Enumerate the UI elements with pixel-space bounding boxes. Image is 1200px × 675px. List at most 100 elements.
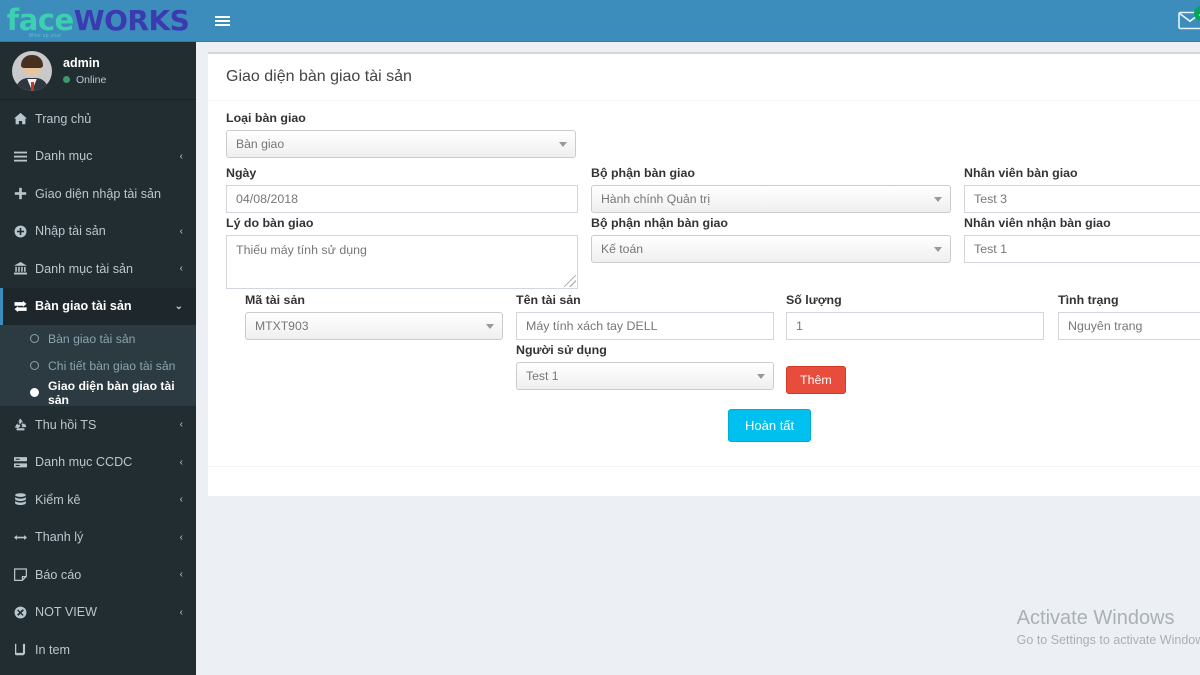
field-nguoi-su-dung: Người sử dụng Test 1 xyxy=(516,343,774,390)
exchange-icon xyxy=(14,300,27,312)
sidebar-item-in-tem[interactable]: In tem xyxy=(0,631,196,669)
times-circle-icon xyxy=(14,606,27,619)
input-ten-tai-san[interactable]: Máy tính xách tay DELL xyxy=(516,312,774,340)
label-ngay: Ngày xyxy=(226,166,257,180)
chevron-down-icon xyxy=(934,247,942,252)
select-bo-phan-ban-giao[interactable]: Hành chính Quản trị xyxy=(591,185,951,213)
label-so-luong: Số lượng xyxy=(786,293,842,307)
times-circle-icon xyxy=(14,606,35,619)
sidebar-toggle-button[interactable] xyxy=(204,0,240,42)
arrows-h-icon xyxy=(14,534,27,540)
select-loai-ban-giao[interactable]: Bàn giao xyxy=(226,130,576,158)
sidebar-item-danh-m-c-t-i-s-n[interactable]: Danh mục tài sản ‹ xyxy=(0,250,196,288)
top-navbar: 4 xyxy=(196,0,1200,42)
brand-logo-works: WORKS xyxy=(73,4,190,37)
server-icon xyxy=(14,456,35,469)
submit-wrapper: Hoàn tất xyxy=(728,409,812,442)
form-panel: Giao diện bàn giao tài sản Loại bàn giao… xyxy=(208,52,1200,496)
select-nguoi-su-dung[interactable]: Test 1 xyxy=(516,362,774,390)
submenu-item-chi-ti-t-b-n-giao-t-i-s-n[interactable]: Chi tiết bàn giao tài sản xyxy=(0,352,196,379)
sidebar-item-b-o-c-o[interactable]: Báo cáo ‹ xyxy=(0,556,196,594)
select-ma-tai-san[interactable]: MTXT903 xyxy=(245,312,503,340)
database-icon xyxy=(14,493,35,506)
resize-handle-icon[interactable] xyxy=(564,275,576,287)
submenu-item-b-n-giao-t-i-s-n[interactable]: Bàn giao tài sản xyxy=(0,325,196,352)
sidebar-item-giao-di-n-nh-p-t-i-s-n[interactable]: Giao diện nhập tài sản xyxy=(0,175,196,213)
sidebar-item-danh-m-c[interactable]: Danh mục ‹ xyxy=(0,138,196,176)
chevron-down-icon: ⌄ xyxy=(174,300,183,312)
bank-icon xyxy=(14,262,27,275)
select-bo-phan-ban-giao-value: Hành chính Quản trị xyxy=(601,192,711,206)
input-ten-tai-san-value: Máy tính xách tay DELL xyxy=(526,319,658,333)
field-ly-do-ban-giao: Lý do bàn giao Thiếu máy tính sử dụng xyxy=(226,216,578,289)
plus-circle-icon xyxy=(14,225,35,238)
input-nhan-vien-ban-giao[interactable]: Test 3 xyxy=(964,185,1200,213)
sidebar-item-thu-h-i-ts[interactable]: Thu hồi TS ‹ xyxy=(0,406,196,444)
application-window: faceWORKS Wise up your admin Online Tran… xyxy=(0,0,1200,675)
chevron-left-icon: ‹ xyxy=(179,419,183,431)
input-so-luong[interactable]: 1 xyxy=(786,312,1044,340)
sidebar-item-trang-ch[interactable]: Trang chủ xyxy=(0,100,196,138)
bars-icon xyxy=(14,150,35,163)
sidebar-item-not-view[interactable]: NOT VIEW ‹ xyxy=(0,594,196,632)
select-bo-phan-nhan-ban-giao[interactable]: Kế toán xyxy=(591,235,951,263)
submenu-item-giao-di-n-b-n-giao-t-i-s-n[interactable]: Giao diện bàn giao tài sản xyxy=(0,378,196,407)
sidebar-item-nh-p-t-i-s-n[interactable]: Nhập tài sản ‹ xyxy=(0,213,196,251)
sidebar: faceWORKS Wise up your admin Online Tran… xyxy=(0,0,196,675)
input-tinh-trang-value: Nguyên trạng xyxy=(1068,319,1143,333)
watermark-subtitle: Go to Settings to activate Windows. xyxy=(1016,633,1200,647)
add-row-wrapper: Thêm xyxy=(786,366,846,394)
select-nguoi-su-dung-value: Test 1 xyxy=(526,369,559,383)
sidebar-item-b-n-giao-t-i-s-n[interactable]: Bàn giao tài sản ⌄ xyxy=(0,287,196,325)
exchange-icon xyxy=(14,300,35,313)
chevron-left-icon: ‹ xyxy=(179,456,183,468)
field-nhan-vien-ban-giao: Nhân viên bàn giao Test 3 xyxy=(964,166,1200,213)
add-button[interactable]: Thêm xyxy=(786,366,846,394)
user-status: Online xyxy=(63,74,106,86)
arrows-h-icon xyxy=(14,531,35,544)
sidebar-item-danh-m-c-ccdc[interactable]: Danh mục CCDC ‹ xyxy=(0,444,196,482)
input-so-luong-value: 1 xyxy=(796,319,803,333)
label-ten-tai-san: Tên tài sản xyxy=(516,293,581,307)
circle-outline-icon xyxy=(30,334,39,343)
field-bo-phan-ban-giao: Bộ phận bàn giao Hành chính Quản trị xyxy=(591,166,951,213)
sidebar-item-label: Báo cáo xyxy=(35,567,82,582)
user-panel[interactable]: admin Online xyxy=(0,42,196,100)
brand-logo[interactable]: faceWORKS Wise up your xyxy=(0,0,196,42)
page-title: Giao diện bàn giao tài sản xyxy=(226,68,412,85)
user-info: admin Online xyxy=(63,56,106,86)
label-ly-do-ban-giao: Lý do bàn giao xyxy=(226,216,314,230)
sidebar-item-label: Danh mục CCDC xyxy=(35,455,133,470)
sidebar-item-ki-m-k[interactable]: Kiểm kê ‹ xyxy=(0,481,196,519)
watermark-title: Activate Windows xyxy=(1016,607,1175,629)
bars-icon xyxy=(14,151,27,162)
hamburger-icon xyxy=(214,14,230,28)
textarea-ly-do-ban-giao[interactable]: Thiếu máy tính sử dụng xyxy=(226,235,578,289)
book-icon xyxy=(14,644,26,656)
sidebar-item-thanh-l[interactable]: Thanh lý ‹ xyxy=(0,519,196,557)
chevron-down-icon xyxy=(757,374,765,379)
messages-menu[interactable]: 4 xyxy=(1178,6,1200,30)
select-loai-ban-giao-value: Bàn giao xyxy=(236,137,285,151)
user-status-label: Online xyxy=(76,73,107,86)
sidebar-submenu: Bàn giao tài sản Chi tiết bàn giao tài sả… xyxy=(0,325,196,407)
label-tinh-trang: Tình trạng xyxy=(1058,293,1119,307)
avatar-tie xyxy=(30,81,34,91)
sidebar-item-label: Giao diện nhập tài sản xyxy=(35,186,162,201)
input-ngay[interactable]: 04/08/2018 xyxy=(226,185,578,213)
chevron-left-icon: ‹ xyxy=(179,531,183,543)
input-tinh-trang[interactable]: Nguyên trạng xyxy=(1058,312,1200,340)
label-bo-phan-ban-giao: Bộ phận bàn giao xyxy=(591,166,695,180)
user-name: admin xyxy=(63,55,100,70)
label-bo-phan-nhan-ban-giao: Bộ phận nhận bàn giao xyxy=(591,216,728,230)
select-ma-tai-san-value: MTXT903 xyxy=(255,319,309,333)
submenu-item-label: Giao diện bàn giao tài sản xyxy=(48,378,175,407)
complete-button[interactable]: Hoàn tất xyxy=(728,409,812,442)
input-nhan-vien-nhan-ban-giao[interactable]: Test 1 xyxy=(964,235,1200,263)
chevron-down-icon xyxy=(559,142,567,147)
label-loai-ban-giao: Loại bàn giao xyxy=(226,111,306,125)
label-nhan-vien-ban-giao: Nhân viên bàn giao xyxy=(964,166,1078,180)
panel-header: Giao diện bàn giao tài sản xyxy=(208,54,1200,101)
avatar xyxy=(12,50,52,91)
book-icon xyxy=(14,643,35,656)
